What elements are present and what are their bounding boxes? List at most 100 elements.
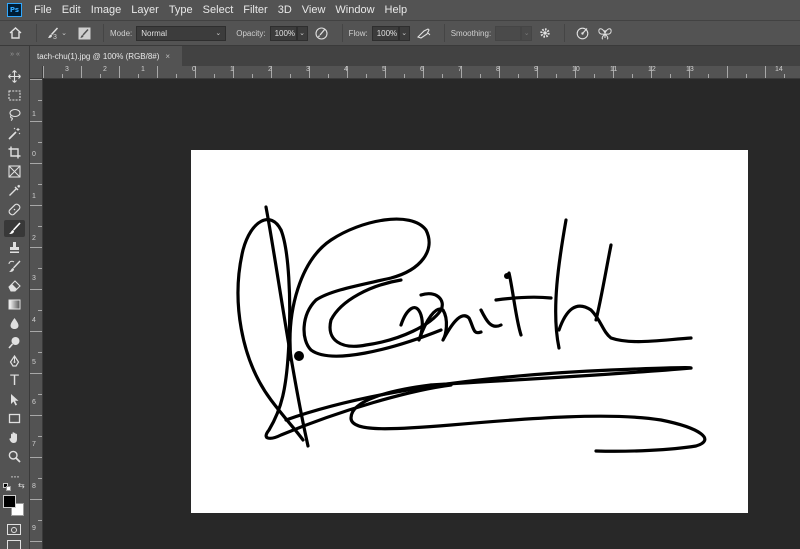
- menu-file[interactable]: File: [34, 4, 52, 16]
- home-icon[interactable]: [0, 27, 30, 39]
- ruler-ticks: [30, 79, 42, 542]
- menu-3d[interactable]: 3D: [278, 4, 292, 16]
- menu-type[interactable]: Type: [169, 4, 193, 16]
- ruler-label: 3: [65, 66, 69, 73]
- smoothing-dropdown-button[interactable]: ⌄: [521, 25, 533, 41]
- ruler-label: 11: [610, 66, 618, 73]
- opacity-label: Opacity:: [236, 28, 266, 38]
- vertical-ruler[interactable]: 1 0 1 2 3 4 5 6 7 8 9: [30, 79, 43, 549]
- ruler-label: 9: [32, 525, 36, 532]
- rectangle-tool[interactable]: [4, 410, 25, 427]
- frame-icon: [8, 165, 21, 178]
- eraser-icon: [8, 280, 21, 292]
- history-brush-tool[interactable]: [4, 258, 25, 275]
- brush-settings-panel-icon[interactable]: [71, 27, 97, 40]
- menu-image[interactable]: Image: [91, 4, 122, 16]
- ruler-label: 4: [344, 66, 348, 73]
- healing-brush-tool[interactable]: [4, 201, 25, 218]
- airbrush-icon[interactable]: [410, 27, 438, 39]
- brush-tool[interactable]: [4, 220, 25, 237]
- ruler-label: 5: [32, 359, 36, 366]
- gear-icon[interactable]: [532, 27, 558, 39]
- screen-mode-icon[interactable]: [7, 540, 21, 549]
- move-tool[interactable]: [4, 68, 25, 85]
- hand-tool[interactable]: [4, 429, 25, 446]
- eyedropper-tool[interactable]: [4, 182, 25, 199]
- eraser-tool[interactable]: [4, 277, 25, 294]
- crop-icon: [8, 146, 21, 159]
- brush-size-value: 3: [53, 34, 57, 41]
- menu-layer[interactable]: Layer: [131, 4, 159, 16]
- menu-edit[interactable]: Edit: [62, 4, 81, 16]
- chevron-down-icon: ⌄: [61, 30, 67, 37]
- canvas-workspace[interactable]: [44, 80, 800, 549]
- chevron-down-icon: ⌄: [401, 30, 408, 37]
- document-tab[interactable]: tach-chu(1).jpg @ 100% (RGB/8#) ×: [30, 46, 182, 66]
- menu-view[interactable]: View: [302, 4, 326, 16]
- ruler-label: 1: [141, 66, 145, 73]
- gradient-tool[interactable]: [4, 296, 25, 313]
- magic-wand-icon: [8, 127, 21, 140]
- horizontal-ruler[interactable]: 3 2 1 0 1 2 3 4 5 6 7 8 9 10 11 12 13 14: [43, 66, 800, 79]
- menu-window[interactable]: Window: [335, 4, 374, 16]
- pressure-opacity-icon[interactable]: [308, 26, 336, 40]
- mode-select[interactable]: Normal ⌄: [136, 25, 227, 41]
- chevron-down-icon: ⌄: [215, 30, 222, 37]
- photoshop-logo-icon[interactable]: Ps: [7, 3, 22, 17]
- separator: [564, 24, 566, 42]
- path-selection-tool[interactable]: [4, 391, 25, 408]
- menu-select[interactable]: Select: [203, 4, 234, 16]
- brush-preset-picker[interactable]: ⌄ 3: [43, 21, 71, 45]
- ruler-label: 2: [268, 66, 272, 73]
- quick-mask-icon[interactable]: [7, 524, 21, 535]
- menu-bar: Ps File Edit Image Layer Type Select Fil…: [0, 0, 800, 20]
- ruler-label: 0: [192, 66, 196, 73]
- menu-filter[interactable]: Filter: [243, 4, 267, 16]
- ruler-label: 1: [32, 111, 36, 118]
- blur-tool[interactable]: [4, 315, 25, 332]
- ruler-label: 2: [103, 66, 107, 73]
- rectangle-icon: [8, 413, 21, 424]
- pen-icon: [9, 355, 20, 367]
- magnifier-icon: [8, 450, 21, 463]
- ruler-label: 10: [572, 66, 580, 73]
- tools-panel: » « T ··· ⇆: [0, 46, 30, 549]
- menu-help[interactable]: Help: [385, 4, 408, 16]
- pen-tool[interactable]: [4, 353, 25, 370]
- ruler-label: 1: [230, 66, 234, 73]
- ruler-label: 3: [306, 66, 310, 73]
- lasso-tool[interactable]: [4, 106, 25, 123]
- frame-tool[interactable]: [4, 163, 25, 180]
- marquee-tool[interactable]: [4, 87, 25, 104]
- ruler-label: 6: [32, 399, 36, 406]
- separator: [443, 24, 445, 42]
- swap-colors-icon[interactable]: ⇆: [18, 481, 25, 490]
- flow-input[interactable]: 100%: [371, 25, 399, 41]
- smoothing-input[interactable]: [495, 25, 522, 41]
- arrow-icon: [11, 394, 19, 406]
- brush-angle-icon[interactable]: [571, 27, 593, 40]
- document-image[interactable]: [191, 150, 748, 513]
- crop-tool[interactable]: [4, 144, 25, 161]
- default-colors-icon[interactable]: [3, 483, 11, 491]
- ruler-label: 7: [458, 66, 462, 73]
- opacity-input[interactable]: 100%: [269, 25, 297, 41]
- close-icon[interactable]: ×: [165, 52, 170, 61]
- magic-wand-tool[interactable]: [4, 125, 25, 142]
- drop-icon: [10, 318, 19, 329]
- symmetry-butterfly-icon[interactable]: [593, 27, 617, 40]
- ruler-label: 8: [32, 483, 36, 490]
- opacity-dropdown-button[interactable]: ⌄: [296, 25, 308, 41]
- ruler-label: 13: [686, 66, 694, 73]
- zoom-tool[interactable]: [4, 448, 25, 465]
- dodge-tool[interactable]: [4, 334, 25, 351]
- ruler-label: 3: [32, 275, 36, 282]
- flow-dropdown-button[interactable]: ⌄: [398, 25, 410, 41]
- type-tool[interactable]: T: [4, 372, 25, 389]
- foreground-color-swatch[interactable]: [3, 495, 16, 508]
- lasso-icon: [9, 108, 21, 121]
- history-brush-icon: [8, 260, 21, 272]
- panel-collapse-arrows-icon[interactable]: » «: [3, 49, 27, 59]
- ruler-corner[interactable]: [30, 66, 43, 79]
- clone-stamp-tool[interactable]: [4, 239, 25, 256]
